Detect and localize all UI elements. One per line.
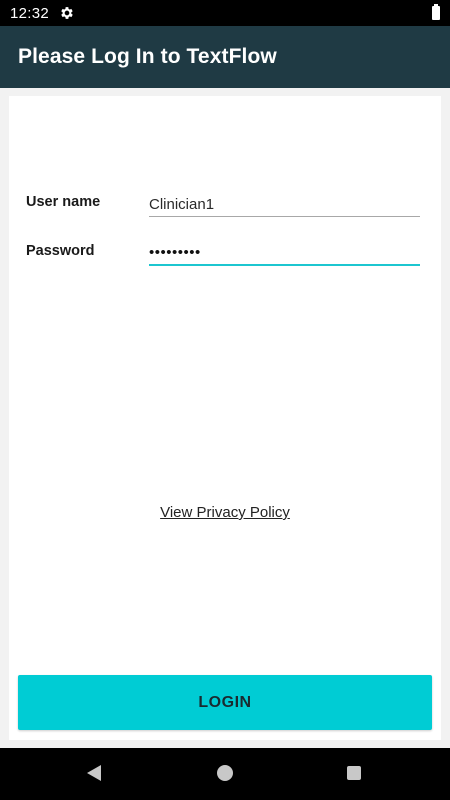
login-button[interactable]: LOGIN bbox=[18, 675, 432, 730]
password-label: Password bbox=[26, 243, 95, 259]
privacy-policy-link[interactable]: View Privacy Policy bbox=[9, 504, 441, 521]
username-row: User name bbox=[26, 186, 420, 220]
username-field[interactable] bbox=[149, 186, 420, 217]
login-card: User name Password View Privacy Policy bbox=[9, 96, 441, 740]
back-icon[interactable] bbox=[87, 765, 101, 781]
password-field[interactable] bbox=[149, 235, 420, 266]
navigation-bar bbox=[0, 748, 450, 800]
battery-icon bbox=[432, 4, 440, 20]
gear-icon bbox=[61, 7, 73, 19]
home-icon[interactable] bbox=[217, 765, 233, 781]
app-bar: Please Log In to TextFlow bbox=[0, 26, 450, 88]
username-label: User name bbox=[26, 194, 101, 210]
login-screen: 12:32 Please Log In to TextFlow User nam… bbox=[0, 0, 450, 800]
recents-icon[interactable] bbox=[347, 766, 361, 780]
password-row: Password bbox=[26, 235, 420, 269]
page-title: Please Log In to TextFlow bbox=[18, 45, 277, 68]
login-button-label: LOGIN bbox=[198, 693, 252, 711]
status-bar: 12:32 bbox=[0, 0, 450, 26]
status-time: 12:32 bbox=[10, 4, 50, 22]
